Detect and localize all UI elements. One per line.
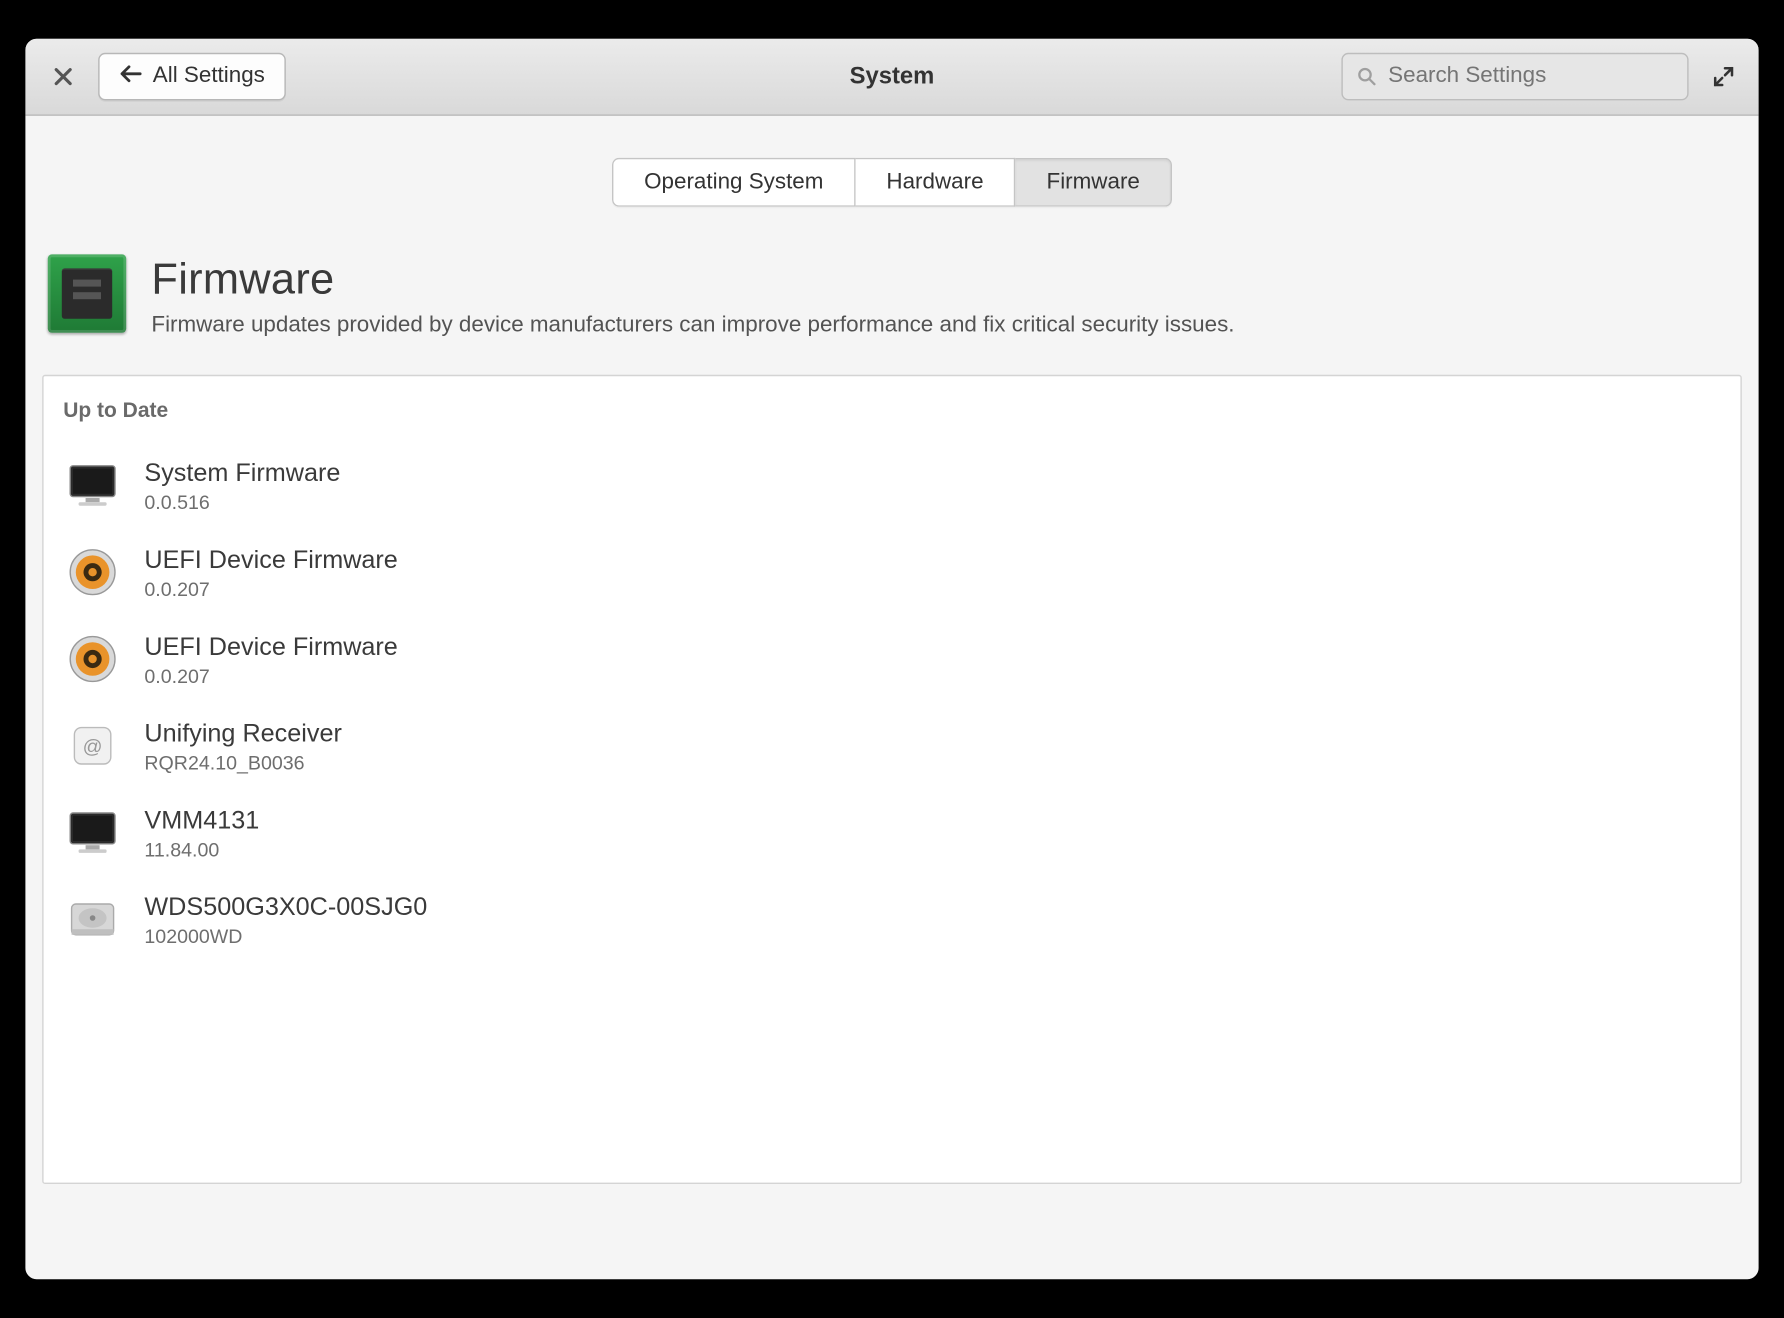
tab-bar: Operating System Hardware Firmware xyxy=(39,116,1744,232)
maximize-icon xyxy=(1712,65,1734,87)
close-button[interactable] xyxy=(42,56,84,98)
search-icon xyxy=(1357,65,1377,87)
device-name: WDS500G3X0C-00SJG0 xyxy=(144,892,427,921)
tab-operating-system[interactable]: Operating System xyxy=(612,158,856,207)
receiver-icon: @ xyxy=(63,716,122,775)
tab-firmware[interactable]: Firmware xyxy=(1016,158,1172,207)
svg-text:@: @ xyxy=(83,736,103,758)
device-version: 102000WD xyxy=(144,924,427,946)
device-name: System Firmware xyxy=(144,458,340,487)
tab-label: Firmware xyxy=(1047,170,1140,195)
device-name: VMM4131 xyxy=(144,805,259,834)
maximize-button[interactable] xyxy=(1705,58,1741,94)
firmware-chip-icon xyxy=(48,254,126,332)
search-input[interactable] xyxy=(1388,64,1673,89)
tab-label: Operating System xyxy=(644,170,823,195)
page-subtitle: Firmware updates provided by device manu… xyxy=(151,313,1234,338)
speaker-icon xyxy=(63,543,122,602)
header-bar: All Settings System xyxy=(25,39,1758,116)
disk-icon xyxy=(63,890,122,949)
firmware-panel: Up to Date System Firmware 0.0.516 UEFI D… xyxy=(42,375,1742,1184)
device-row[interactable]: System Firmware 0.0.516 xyxy=(63,442,1721,529)
all-settings-button[interactable]: All Settings xyxy=(98,53,286,101)
section-label: Up to Date xyxy=(63,399,1721,423)
back-arrow-icon xyxy=(119,63,141,91)
device-row[interactable]: WDS500G3X0C-00SJG0 102000WD xyxy=(63,876,1721,963)
monitor-icon xyxy=(63,456,122,515)
monitor-icon xyxy=(63,803,122,862)
search-input-wrap[interactable] xyxy=(1341,53,1688,101)
close-icon xyxy=(53,67,73,87)
settings-window: All Settings System Operating System Har… xyxy=(25,39,1758,1279)
device-name: Unifying Receiver xyxy=(144,719,341,748)
speaker-icon xyxy=(63,630,122,689)
tab-label: Hardware xyxy=(886,170,983,195)
device-row[interactable]: @ Unifying Receiver RQR24.10_B0036 xyxy=(63,702,1721,789)
tab-hardware[interactable]: Hardware xyxy=(856,158,1016,207)
page-title: Firmware xyxy=(151,254,1234,304)
device-version: 11.84.00 xyxy=(144,838,259,860)
device-row[interactable]: UEFI Device Firmware 0.0.207 xyxy=(63,616,1721,703)
device-row[interactable]: VMM4131 11.84.00 xyxy=(63,789,1721,876)
all-settings-label: All Settings xyxy=(153,64,265,89)
content-area: Operating System Hardware Firmware Firmw… xyxy=(25,116,1758,1184)
device-version: 0.0.516 xyxy=(144,490,340,512)
device-version: 0.0.207 xyxy=(144,577,397,599)
page-hero: Firmware Firmware updates provided by de… xyxy=(39,232,1744,375)
device-version: 0.0.207 xyxy=(144,664,397,686)
device-list: System Firmware 0.0.516 UEFI Device Firmw… xyxy=(63,442,1721,963)
device-row[interactable]: UEFI Device Firmware 0.0.207 xyxy=(63,529,1721,616)
device-name: UEFI Device Firmware xyxy=(144,545,397,574)
device-name: UEFI Device Firmware xyxy=(144,632,397,661)
device-version: RQR24.10_B0036 xyxy=(144,751,341,773)
